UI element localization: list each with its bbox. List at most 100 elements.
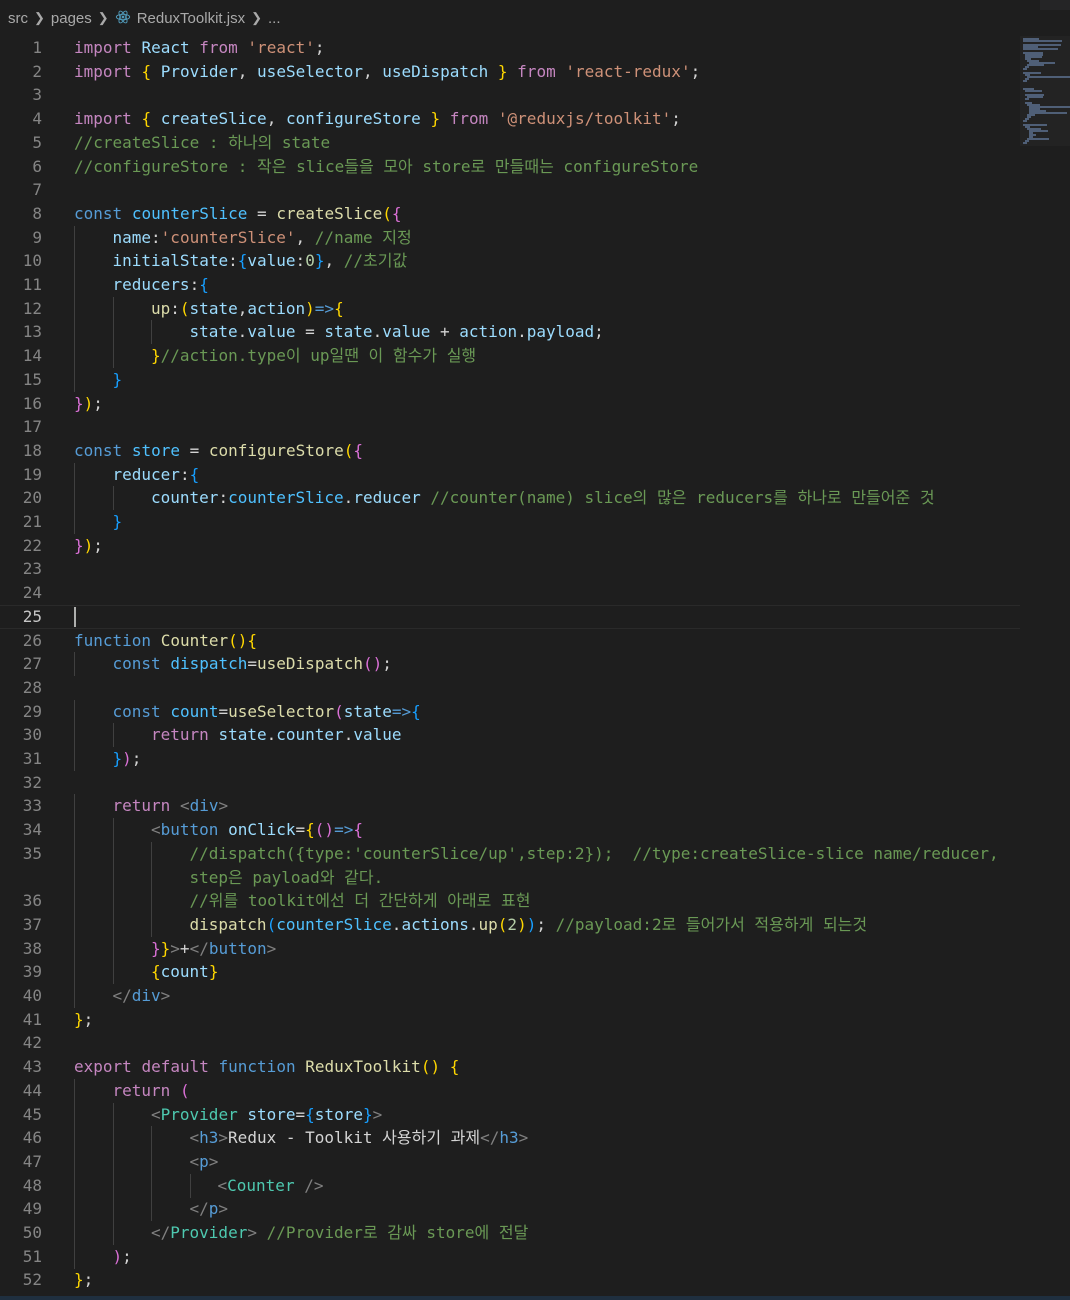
code-token: ,: [295, 227, 315, 247]
code-line[interactable]: 14}//action.type이 up일땐 이 함수가 실행: [0, 344, 1020, 369]
code-line[interactable]: 32: [0, 771, 1020, 795]
code-line[interactable]: 27 const dispatch=useDispatch();: [0, 652, 1020, 677]
code-line[interactable]: 24: [0, 581, 1020, 605]
code-line[interactable]: 10 initialState:{value:0}, //초기값: [0, 249, 1020, 274]
code-token: />: [304, 1175, 324, 1195]
code-line[interactable]: 6 //configureStore : 작은 slice들을 모아 store로…: [0, 155, 1020, 179]
code-line[interactable]: 33 return <div>: [0, 794, 1020, 819]
breadcrumb-src[interactable]: src: [8, 10, 28, 27]
code-line[interactable]: 29 const count=useSelector(state=>{: [0, 699, 1020, 724]
indent-guide: [74, 462, 75, 487]
code-line[interactable]: 36 //위를 toolkit에선 더 간단하게 아래로 표현: [0, 889, 1020, 914]
code-token: counterSlice: [131, 203, 248, 223]
code-line[interactable]: 31});: [0, 747, 1020, 771]
code-line[interactable]: 15}: [0, 367, 1020, 392]
code-line[interactable]: 51);: [0, 1244, 1020, 1269]
line-number: 7: [32, 180, 42, 200]
breadcrumb-pages[interactable]: pages: [51, 10, 92, 27]
code-line[interactable]: 18 const store = configureStore({: [0, 439, 1020, 463]
code-line[interactable]: 35 //dispatch({type:'counterSlice/up',ste…: [0, 841, 1020, 866]
code-token: }: [112, 512, 123, 531]
code-token: {: [391, 203, 402, 223]
code-line[interactable]: 11 reducers:{: [0, 273, 1020, 297]
code-line[interactable]: 52};: [0, 1268, 1020, 1292]
code-line[interactable]: 47 <p>: [0, 1149, 1020, 1174]
chevron-right-icon: ❯: [97, 10, 109, 25]
code-line[interactable]: 22});: [0, 534, 1020, 558]
code-line[interactable]: 42: [0, 1031, 1020, 1055]
code-line[interactable]: 41};: [0, 1008, 1020, 1032]
horizontal-scrollbar[interactable]: [0, 1296, 1070, 1300]
code-line[interactable]: 45 <Provider store={store}>: [0, 1102, 1020, 1127]
code-line[interactable]: 43 export default function ReduxToolkit()…: [0, 1055, 1020, 1079]
code-line[interactable]: 13 state.value = state.value + action.pay…: [0, 320, 1020, 345]
code-token: ,: [363, 61, 383, 81]
code-line[interactable]: 2 import { Provider, useSelector, useDisp…: [0, 60, 1020, 84]
indent-guide: [74, 320, 75, 345]
code-line[interactable]: 30 return state.counter.value: [0, 723, 1020, 748]
code-token: ;: [83, 1009, 94, 1029]
code-line[interactable]: 49 </p>: [0, 1197, 1020, 1222]
code-line[interactable]: 40 </div>: [0, 984, 1020, 1008]
code-line[interactable]: step은 payload와 같다.: [0, 865, 1020, 890]
code-token: .: [372, 322, 383, 342]
code-text: });: [113, 747, 142, 771]
code-line[interactable]: 23: [0, 557, 1020, 581]
code-line[interactable]: 20 counter:counterSlice.reducer //counter…: [0, 486, 1020, 511]
code-line[interactable]: 48 <Counter />: [0, 1173, 1020, 1198]
code-line[interactable]: 46 <h3>Redux - Toolkit 사용하기 과제</h3>: [0, 1126, 1020, 1151]
code-line[interactable]: 38}}>+</button>: [0, 936, 1020, 961]
code-token: button: [208, 938, 267, 958]
code-token: default: [141, 1057, 209, 1077]
code-line[interactable]: 44 return (: [0, 1078, 1020, 1103]
code-text: });: [74, 534, 103, 558]
code-token: =: [295, 1104, 306, 1124]
code-line[interactable]: 12 up:(state,action)=>{: [0, 296, 1020, 321]
breadcrumb-file[interactable]: ReduxToolkit.jsx: [115, 9, 245, 27]
code-line[interactable]: 34 <button onClick={()=>{: [0, 818, 1020, 843]
code-line[interactable]: 19 reducer:{: [0, 462, 1020, 487]
code-token: store: [247, 1104, 296, 1124]
code-line[interactable]: 25: [0, 605, 1020, 629]
code-text: step은 payload와 같다.: [190, 866, 384, 890]
code-token: ,: [324, 251, 344, 271]
code-line[interactable]: 7: [0, 178, 1020, 202]
code-line[interactable]: 1 import React from 'react';: [0, 36, 1020, 60]
code-token: ): [526, 914, 537, 934]
code-line[interactable]: 21}: [0, 510, 1020, 534]
code-line[interactable]: 9 name:'counterSlice', //name 지정: [0, 225, 1020, 250]
code-token: :: [170, 298, 180, 318]
minimap-line: [1027, 64, 1045, 66]
code-line[interactable]: 17: [0, 415, 1020, 439]
code-editor[interactable]: 1 import React from 'react'; 2 import { Pro…: [0, 36, 1020, 1296]
code-line[interactable]: 39 {count}: [0, 960, 1020, 985]
code-token: }: [74, 1270, 84, 1290]
minimap-line: [1023, 120, 1027, 122]
code-token: >: [218, 796, 229, 816]
code-line[interactable]: 37 dispatch(counterSlice.actions.up(2)); …: [0, 912, 1020, 937]
code-line[interactable]: 4 import { createSlice, configureStore } …: [0, 107, 1020, 131]
line-number: 8: [32, 203, 42, 223]
code-line[interactable]: 5 //createSlice : 하나의 state: [0, 131, 1020, 155]
code-text: //createSlice : 하나의 state: [74, 131, 330, 155]
code-line[interactable]: 26 function Counter(){: [0, 629, 1020, 653]
breadcrumb-symbol[interactable]: ...: [268, 10, 281, 27]
code-token: dispatch: [170, 654, 248, 674]
code-line[interactable]: 16});: [0, 392, 1020, 416]
minimap[interactable]: [1020, 36, 1070, 146]
code-token: ): [305, 298, 315, 318]
line-number: 43: [22, 1057, 42, 1077]
indent-guide: [74, 1173, 75, 1198]
code-text: </Provider> //Provider로 감싸 store에 전달: [151, 1221, 528, 1245]
code-line[interactable]: 50 </Provider> //Provider로 감싸 store에 전달: [0, 1221, 1020, 1245]
code-line[interactable]: 28: [0, 676, 1020, 700]
code-line[interactable]: 8 const counterSlice = createSlice({: [0, 202, 1020, 226]
code-text: function Counter(){: [74, 629, 257, 653]
code-line[interactable]: 3: [0, 83, 1020, 107]
code-text: </p>: [190, 1197, 229, 1221]
code-token: name: [112, 227, 152, 247]
